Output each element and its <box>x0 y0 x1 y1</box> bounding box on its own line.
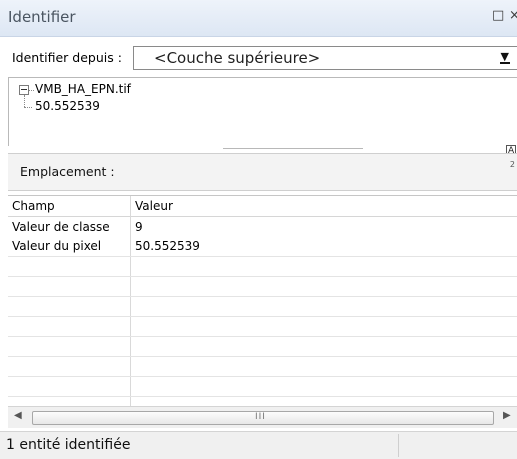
scroll-thumb[interactable]: III <box>32 411 494 425</box>
column-divider <box>130 196 131 406</box>
restore-icon[interactable]: □ <box>492 9 504 23</box>
horizontal-scrollbar[interactable]: ◀ III ▶ <box>8 406 517 428</box>
location-label: Emplacement : <box>20 164 115 179</box>
row-divider <box>8 396 517 397</box>
status-separator <box>398 434 399 457</box>
status-text: 1 entité identifiée <box>6 437 131 453</box>
tree-connector <box>29 90 34 91</box>
row-divider <box>8 256 517 257</box>
window-title: Identifier <box>8 8 76 26</box>
attribute-table: Champ Valeur Valeur de classe 9 Valeur d… <box>8 195 517 406</box>
row-divider <box>8 376 517 377</box>
location-bar: Emplacement : 2 <box>8 153 517 191</box>
identify-from-dropdown[interactable]: <Couche supérieure> ▼ <box>133 46 517 70</box>
row-value: 9 <box>135 220 143 234</box>
column-header-value[interactable]: Valeur <box>135 199 173 213</box>
dropdown-arrow-icon[interactable]: ▼ <box>499 51 510 64</box>
row-divider <box>8 276 517 277</box>
row-divider <box>8 316 517 317</box>
tree-node-layer[interactable]: VMB_HA_EPN.tif <box>35 82 131 96</box>
collapse-icon[interactable] <box>19 85 29 95</box>
identify-from-value: <Couche supérieure> <box>154 49 321 67</box>
splitter-grip <box>223 148 363 149</box>
tree-connector <box>24 107 32 108</box>
row-divider <box>8 296 517 297</box>
scroll-left-icon[interactable]: ◀ <box>14 410 22 421</box>
row-divider <box>8 356 517 357</box>
close-icon[interactable]: × <box>509 9 517 23</box>
pane-splitter[interactable] <box>8 145 517 153</box>
column-header-field[interactable]: Champ <box>12 199 55 213</box>
tree-connector <box>24 95 25 107</box>
identify-from-row: Identifier depuis : <Couche supérieure> … <box>0 44 517 74</box>
row-divider <box>8 336 517 337</box>
scroll-right-icon[interactable]: ▶ <box>503 410 511 421</box>
identify-from-label: Identifier depuis : <box>12 50 122 65</box>
scroll-grip: III <box>255 412 266 422</box>
tree-node-value[interactable]: 50.552539 <box>35 99 100 113</box>
status-bar: 1 entité identifiée <box>0 431 517 459</box>
window-titlebar: Identifier □ × <box>0 0 517 37</box>
row-value: 50.552539 <box>135 239 200 253</box>
row-field: Valeur de classe <box>12 220 110 234</box>
results-tree: VMB_HA_EPN.tif 50.552539 <box>8 77 517 146</box>
table-header: Champ Valeur <box>8 196 517 217</box>
row-field: Valeur du pixel <box>12 239 102 253</box>
location-corner-icon: 2 <box>509 160 515 169</box>
